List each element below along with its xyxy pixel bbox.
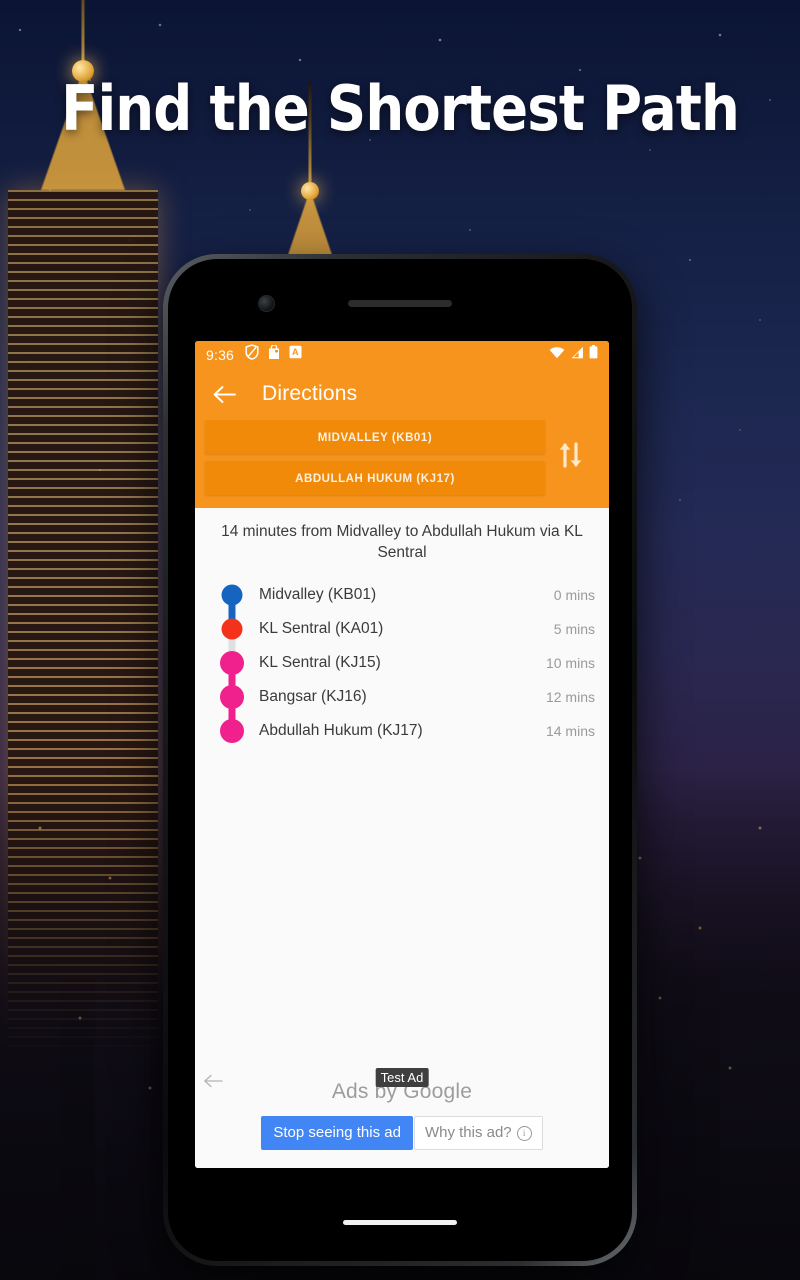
- route-stop-time: 12 mins: [545, 688, 595, 705]
- signal-icon: [570, 346, 584, 364]
- route-stop-name: Midvalley (KB01): [259, 585, 377, 603]
- do-not-disturb-shield-icon: [245, 344, 259, 365]
- route-summary: 14 minutes from Midvalley to Abdullah Hu…: [221, 523, 583, 562]
- route-stop-name: KL Sentral (KA01): [259, 619, 384, 637]
- route-stop-row[interactable]: Bangsar (KJ16) 12 mins: [195, 680, 609, 731]
- page-title: Directions: [262, 382, 358, 405]
- route-stop-dot: [220, 684, 244, 709]
- route-stop-marker: [213, 680, 251, 731]
- route-stop-name: KL Sentral (KJ15): [259, 653, 381, 671]
- battery-icon: [589, 345, 598, 364]
- svg-text:A: A: [292, 347, 299, 357]
- origin-station-button[interactable]: MIDVALLEY (KB01): [205, 420, 545, 454]
- station-selector-fields: MIDVALLEY (KB01) ABDULLAH HUKUM (KJ17): [205, 420, 545, 495]
- route-stop-name: Bangsar (KJ16): [259, 687, 367, 705]
- wifi-icon: [549, 346, 565, 364]
- route-stop-row[interactable]: Abdullah Hukum (KJ17) 14 mins: [195, 714, 609, 748]
- route-stop-time: 10 mins: [545, 654, 595, 671]
- station-selector-row: MIDVALLEY (KB01) ABDULLAH HUKUM (KJ17): [195, 420, 609, 495]
- ad-action-buttons: Stop seeing this ad Why this ad? i: [195, 1116, 609, 1150]
- phone-screen: 9:36 A Directions MIDVALLEY (KB01) ABDUL…: [195, 341, 609, 1168]
- status-bar-system-icons: [549, 345, 598, 364]
- test-ad-badge: Test Ad: [375, 1068, 429, 1087]
- phone-mockup: 9:36 A Directions MIDVALLEY (KB01) ABDUL…: [163, 254, 637, 1266]
- info-icon: i: [516, 1125, 532, 1141]
- route-stop-marker: [213, 646, 251, 697]
- route-stop-row[interactable]: KL Sentral (KJ15) 10 mins: [195, 646, 609, 697]
- route-stop-row[interactable]: KL Sentral (KA01) 5 mins: [195, 612, 609, 663]
- a-badge-icon: A: [289, 345, 302, 364]
- route-stop-row[interactable]: Midvalley (KB01) 0 mins: [195, 578, 609, 629]
- swap-stations-button[interactable]: [545, 438, 597, 477]
- stop-seeing-this-ad-button[interactable]: Stop seeing this ad: [261, 1116, 413, 1150]
- why-this-ad-label: Why this ad?: [424, 1124, 512, 1141]
- route-stop-marker: [213, 578, 251, 629]
- app-bar-top-row: Directions: [195, 368, 609, 420]
- ad-container: Test Ad Ads by Google Stop seeing this a…: [195, 1058, 609, 1168]
- app-bar: Directions MIDVALLEY (KB01) ABDULLAH HUK…: [195, 368, 609, 508]
- route-stop-marker: [213, 714, 251, 748]
- earpiece-speaker: [348, 300, 452, 307]
- phone-bezel: 9:36 A Directions MIDVALLEY (KB01) ABDUL…: [168, 259, 632, 1261]
- route-stop-dot: [220, 650, 244, 675]
- route-stop-list: Midvalley (KB01) 0 mins KL Sentral (KA01) 5…: [195, 574, 609, 748]
- route-stop-dot: [221, 584, 243, 606]
- destination-station-button[interactable]: ABDULLAH HUKUM (KJ17): [205, 461, 545, 495]
- route-stop-time: 0 mins: [553, 586, 595, 603]
- bag-icon: [268, 343, 280, 365]
- route-stop-dot: [220, 718, 244, 743]
- front-camera-icon: [258, 295, 275, 312]
- directions-content: 14 minutes from Midvalley to Abdullah Hu…: [195, 508, 609, 1168]
- why-this-ad-button[interactable]: Why this ad? i: [413, 1116, 543, 1150]
- promo-screenshot: Find the Shortest Path 9:36 A Directions…: [0, 0, 800, 1280]
- status-bar: 9:36 A: [195, 341, 609, 368]
- route-stop-dot: [221, 618, 243, 640]
- back-arrow-icon[interactable]: [209, 379, 239, 409]
- route-stop-time: 14 mins: [545, 722, 595, 739]
- route-stop-name: Abdullah Hukum (KJ17): [259, 721, 423, 739]
- status-bar-clock: 9:36: [206, 346, 235, 363]
- promo-headline: Find the Shortest Path: [61, 72, 740, 145]
- route-stop-time: 5 mins: [553, 620, 595, 637]
- status-bar-notification-icons: A: [245, 343, 302, 365]
- gesture-navigation-bar[interactable]: [343, 1220, 457, 1225]
- swap-vertical-icon: [556, 438, 586, 477]
